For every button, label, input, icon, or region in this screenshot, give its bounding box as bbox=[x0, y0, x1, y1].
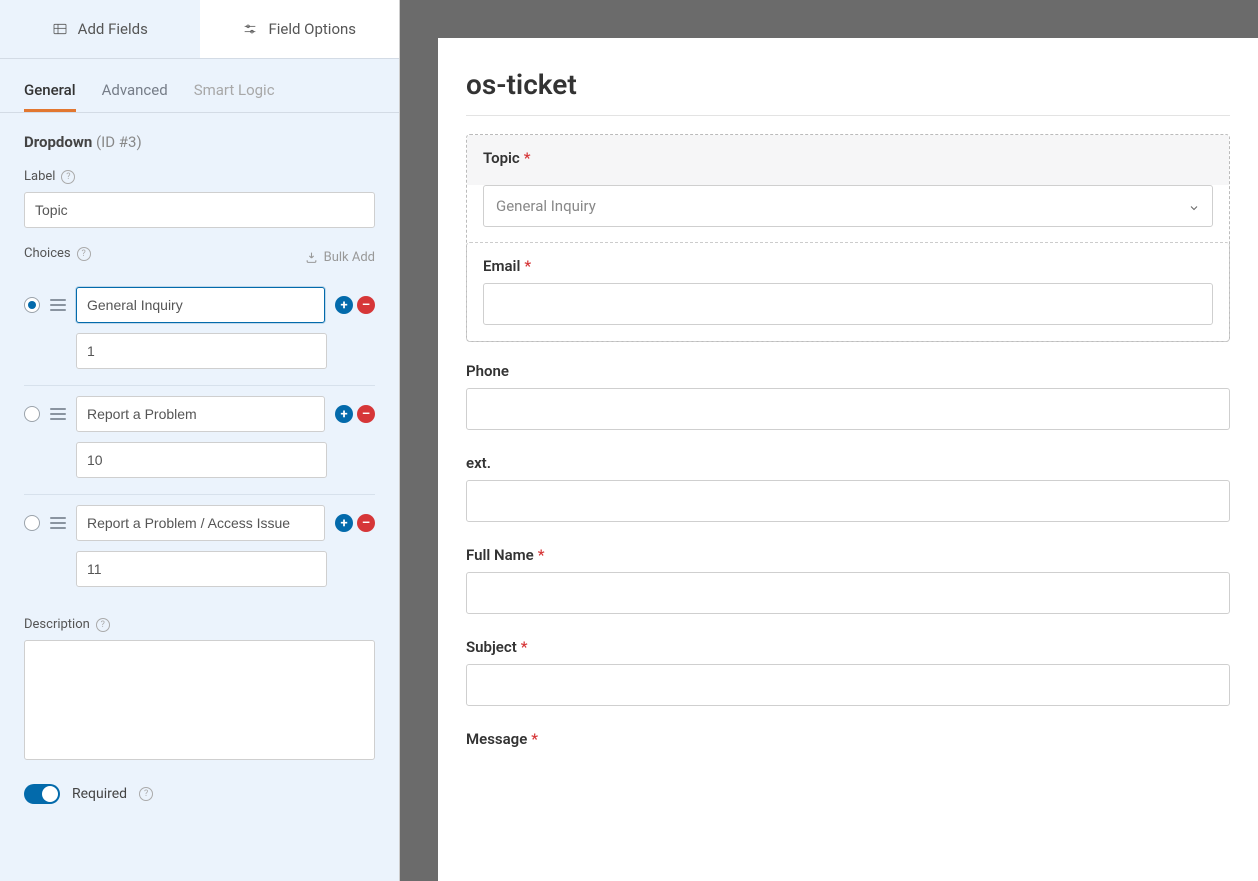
help-icon[interactable]: ? bbox=[139, 787, 153, 801]
field-label-phone: Phone bbox=[466, 362, 1230, 380]
field-label-fullname: Full Name* bbox=[466, 546, 1230, 564]
choice-row: +– bbox=[24, 386, 375, 495]
field-block-ext: ext. bbox=[466, 454, 1230, 522]
field-options-sidebar: Add Fields Field Options General Advance… bbox=[0, 0, 400, 881]
field-label-ext: ext. bbox=[466, 454, 1230, 472]
label-text: Message bbox=[466, 730, 527, 748]
add-choice-button[interactable]: + bbox=[335, 514, 353, 532]
choice-default-radio[interactable] bbox=[24, 297, 40, 313]
choice-row: +– bbox=[24, 495, 375, 603]
email-input[interactable] bbox=[483, 283, 1213, 325]
label-section-header: Label ? bbox=[24, 169, 375, 184]
remove-choice-button[interactable]: – bbox=[357, 296, 375, 314]
sub-tab-general[interactable]: General bbox=[24, 69, 76, 112]
drag-handle-icon[interactable] bbox=[50, 517, 66, 529]
phone-input[interactable] bbox=[466, 388, 1230, 430]
choice-value-input[interactable] bbox=[76, 442, 327, 478]
label-text: Topic bbox=[483, 149, 520, 167]
grid-icon bbox=[52, 21, 68, 37]
description-textarea[interactable] bbox=[24, 640, 375, 760]
required-toggle[interactable] bbox=[24, 784, 60, 804]
choices-list: +–+–+– bbox=[24, 277, 375, 603]
sliders-icon bbox=[242, 21, 258, 37]
bulk-add-label: Bulk Add bbox=[324, 250, 375, 265]
field-label-subject: Subject* bbox=[466, 638, 1230, 656]
topic-dropdown[interactable]: General Inquiry bbox=[483, 185, 1213, 227]
label-text: Subject bbox=[466, 638, 517, 656]
choices-section-header: Choices ? bbox=[24, 246, 91, 261]
choice-label-input[interactable] bbox=[76, 287, 325, 323]
field-block-phone: Phone bbox=[466, 362, 1230, 430]
choice-default-radio[interactable] bbox=[24, 406, 40, 422]
required-star: * bbox=[524, 149, 531, 167]
top-tabs: Add Fields Field Options bbox=[0, 0, 399, 59]
panel-body: Dropdown (ID #3) Label ? Choices ? Bulk … bbox=[0, 113, 399, 881]
bulk-add-button[interactable]: Bulk Add bbox=[305, 250, 375, 265]
field-label-email: Email* bbox=[483, 257, 1213, 275]
label-input[interactable] bbox=[24, 192, 375, 228]
required-star: * bbox=[538, 546, 545, 564]
label-text: Choices bbox=[24, 246, 71, 261]
add-choice-button[interactable]: + bbox=[335, 405, 353, 423]
form-preview-wrap: os-ticket Topic* General Inquiry Email* bbox=[400, 0, 1258, 881]
required-row: Required ? bbox=[24, 784, 375, 804]
remove-choice-button[interactable]: – bbox=[357, 405, 375, 423]
drag-handle-icon[interactable] bbox=[50, 299, 66, 311]
description-section-header: Description ? bbox=[24, 617, 375, 632]
divider bbox=[466, 115, 1230, 116]
required-star: * bbox=[531, 730, 538, 748]
subject-input[interactable] bbox=[466, 664, 1230, 706]
ext-input[interactable] bbox=[466, 480, 1230, 522]
label-text: Description bbox=[24, 617, 90, 632]
field-block-subject: Subject* bbox=[466, 638, 1230, 706]
tab-add-fields[interactable]: Add Fields bbox=[0, 0, 200, 58]
choice-label-input[interactable] bbox=[76, 505, 325, 541]
field-block-fullname: Full Name* bbox=[466, 546, 1230, 614]
label-text: Email bbox=[483, 257, 520, 275]
help-icon[interactable]: ? bbox=[77, 247, 91, 261]
form-preview-card: os-ticket Topic* General Inquiry Email* bbox=[438, 38, 1258, 881]
choice-value-input[interactable] bbox=[76, 551, 327, 587]
selected-value: General Inquiry bbox=[496, 197, 596, 215]
help-icon[interactable]: ? bbox=[96, 618, 110, 632]
label-text: Label bbox=[24, 169, 55, 184]
nested-field-email[interactable]: Email* bbox=[466, 242, 1230, 342]
fullname-input[interactable] bbox=[466, 572, 1230, 614]
field-type-name: Dropdown bbox=[24, 133, 92, 151]
required-star: * bbox=[524, 257, 531, 275]
form-title: os-ticket bbox=[466, 68, 1230, 101]
label-text: Full Name bbox=[466, 546, 534, 564]
download-icon bbox=[305, 251, 318, 264]
choice-default-radio[interactable] bbox=[24, 515, 40, 531]
remove-choice-button[interactable]: – bbox=[357, 514, 375, 532]
choice-label-input[interactable] bbox=[76, 396, 325, 432]
tab-label: Field Options bbox=[268, 20, 356, 38]
required-star: * bbox=[521, 638, 528, 656]
tab-label: Add Fields bbox=[78, 20, 148, 38]
required-label: Required bbox=[72, 786, 127, 802]
field-type-title: Dropdown (ID #3) bbox=[24, 133, 375, 151]
add-choice-button[interactable]: + bbox=[335, 296, 353, 314]
choice-row: +– bbox=[24, 277, 375, 386]
help-icon[interactable]: ? bbox=[61, 170, 75, 184]
field-label-topic: Topic* bbox=[483, 149, 1213, 167]
field-label-message: Message* bbox=[466, 730, 1230, 748]
field-id: (ID #3) bbox=[96, 133, 142, 151]
label-text: ext. bbox=[466, 454, 491, 472]
sub-tabs: General Advanced Smart Logic bbox=[0, 69, 399, 113]
selected-field-group[interactable]: Topic* General Inquiry Email* bbox=[466, 134, 1230, 342]
label-text: Phone bbox=[466, 362, 509, 380]
choice-value-input[interactable] bbox=[76, 333, 327, 369]
drag-handle-icon[interactable] bbox=[50, 408, 66, 420]
tab-field-options[interactable]: Field Options bbox=[200, 0, 400, 58]
field-block-message: Message* bbox=[466, 730, 1230, 748]
sub-tab-advanced[interactable]: Advanced bbox=[102, 69, 168, 112]
chevron-down-icon bbox=[1188, 200, 1200, 212]
sub-tab-smart-logic[interactable]: Smart Logic bbox=[194, 69, 275, 112]
